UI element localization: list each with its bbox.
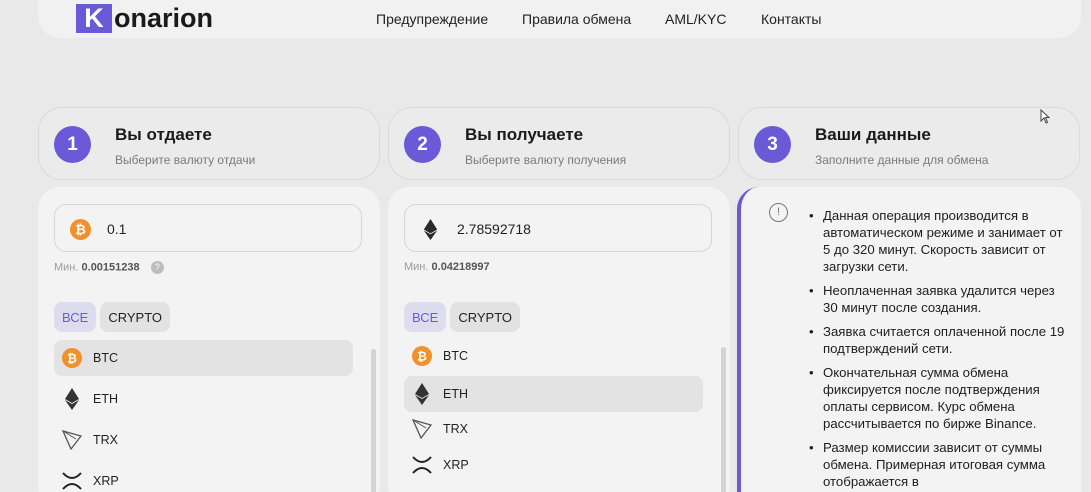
give-panel: ₿ 0.1 Мин. 0.00151238 ? ВСЕ CRYPTO ₿ BTC…: [38, 187, 380, 492]
receive-amount-input[interactable]: 2.78592718: [404, 204, 712, 252]
coin-item-trx[interactable]: TRX: [404, 411, 703, 447]
note-item: Данная операция производится в автоматич…: [807, 207, 1069, 275]
step-number: 3: [754, 126, 791, 163]
logo-letter: K: [76, 3, 112, 33]
notes-list: Данная операция производится в автоматич…: [807, 207, 1069, 492]
min-label: Мин.: [54, 261, 79, 274]
coin-item-eth[interactable]: ETH: [54, 381, 353, 417]
step-title: Вы получаете: [465, 125, 584, 144]
give-amount-input[interactable]: ₿ 0.1: [54, 204, 362, 252]
nav-exchange-rules[interactable]: Правила обмена: [522, 11, 631, 27]
xrp-icon: [411, 454, 433, 476]
coin-label: BTC: [443, 349, 468, 363]
tron-icon: [61, 429, 83, 451]
nav-contacts[interactable]: Контакты: [761, 11, 821, 27]
tron-icon: [411, 418, 433, 440]
scrollbar[interactable]: [371, 349, 376, 492]
receive-filters: ВСЕ CRYPTO: [404, 302, 521, 332]
nav-aml-kyc[interactable]: AML/KYC: [665, 11, 726, 27]
note-item: Размер комиссии зависит от суммы обмена.…: [807, 439, 1069, 490]
give-min-amount: Мин. 0.00151238 ?: [54, 261, 164, 274]
step-number: 1: [54, 126, 91, 163]
svg-text:₿: ₿: [67, 352, 77, 366]
coin-label: XRP: [93, 474, 119, 488]
bitcoin-icon: ₿: [411, 345, 433, 367]
min-label: Мин.: [404, 261, 429, 273]
note-item: Заявка считается оплаченной после 19 под…: [807, 323, 1069, 357]
step-receive: 2 Вы получаете Выберите валюту получения: [388, 107, 730, 180]
svg-text:₿: ₿: [417, 350, 427, 364]
coin-item-btc[interactable]: ₿ BTC: [54, 340, 353, 376]
logo[interactable]: K onarion: [76, 3, 213, 33]
mouse-cursor-icon: [1040, 108, 1051, 129]
info-panel: ! Данная операция производится в автомат…: [737, 187, 1081, 492]
scrollbar[interactable]: [721, 347, 726, 492]
step-subtitle: Выберите валюту получения: [465, 153, 627, 167]
give-filters: ВСЕ CRYPTO: [54, 302, 171, 332]
filter-crypto[interactable]: CRYPTO: [100, 302, 171, 332]
coin-label: TRX: [443, 422, 468, 436]
step-details: 3 Ваши данные Заполните данные для обмен…: [738, 107, 1080, 180]
step-title: Вы отдаете: [115, 125, 212, 144]
nav-warning[interactable]: Предупреждение: [376, 11, 488, 27]
filter-all[interactable]: ВСЕ: [404, 302, 447, 332]
ethereum-icon: [420, 219, 441, 240]
coin-item-xrp[interactable]: XRP: [404, 447, 703, 483]
give-amount-value: 0.1: [107, 221, 127, 237]
ethereum-icon: [411, 383, 433, 405]
coin-item-btc[interactable]: ₿ BTC: [404, 338, 703, 374]
note-item: Неоплаченная заявка удалится через 30 ми…: [807, 282, 1069, 316]
step-number: 2: [404, 126, 441, 163]
step-give: 1 Вы отдаете Выберите валюту отдачи: [38, 107, 380, 180]
filter-all[interactable]: ВСЕ: [54, 302, 97, 332]
step-subtitle: Заполните данные для обмена: [815, 153, 989, 167]
svg-text:₿: ₿: [75, 222, 86, 237]
coin-label: TRX: [93, 433, 118, 447]
min-value: 0.04218997: [431, 261, 490, 273]
receive-min-amount: Мин. 0.04218997: [404, 261, 490, 273]
step-title: Ваши данные: [815, 125, 931, 144]
min-value: 0.00151238: [81, 261, 140, 274]
bitcoin-icon: ₿: [70, 219, 91, 240]
logo-text: onarion: [114, 3, 213, 33]
coin-label: BTC: [93, 351, 118, 365]
step-subtitle: Выберите валюту отдачи: [115, 153, 256, 167]
info-icon[interactable]: ?: [150, 261, 164, 274]
bitcoin-icon: ₿: [61, 347, 83, 369]
coin-label: XRP: [443, 458, 469, 472]
filter-crypto[interactable]: CRYPTO: [450, 302, 521, 332]
receive-panel: 2.78592718 Мин. 0.04218997 ВСЕ CRYPTO ₿ …: [388, 187, 730, 492]
receive-amount-value: 2.78592718: [457, 221, 531, 237]
exclamation-icon: !: [769, 203, 788, 222]
coin-item-xrp[interactable]: XRP: [54, 463, 353, 492]
coin-label: ETH: [93, 392, 118, 406]
coin-label: ETH: [443, 387, 468, 401]
xrp-icon: [61, 470, 83, 492]
note-item: Окончательная сумма обмена фиксируется п…: [807, 364, 1069, 432]
coin-item-eth[interactable]: ETH: [404, 376, 703, 412]
ethereum-icon: [61, 388, 83, 410]
coin-item-trx[interactable]: TRX: [54, 422, 353, 458]
